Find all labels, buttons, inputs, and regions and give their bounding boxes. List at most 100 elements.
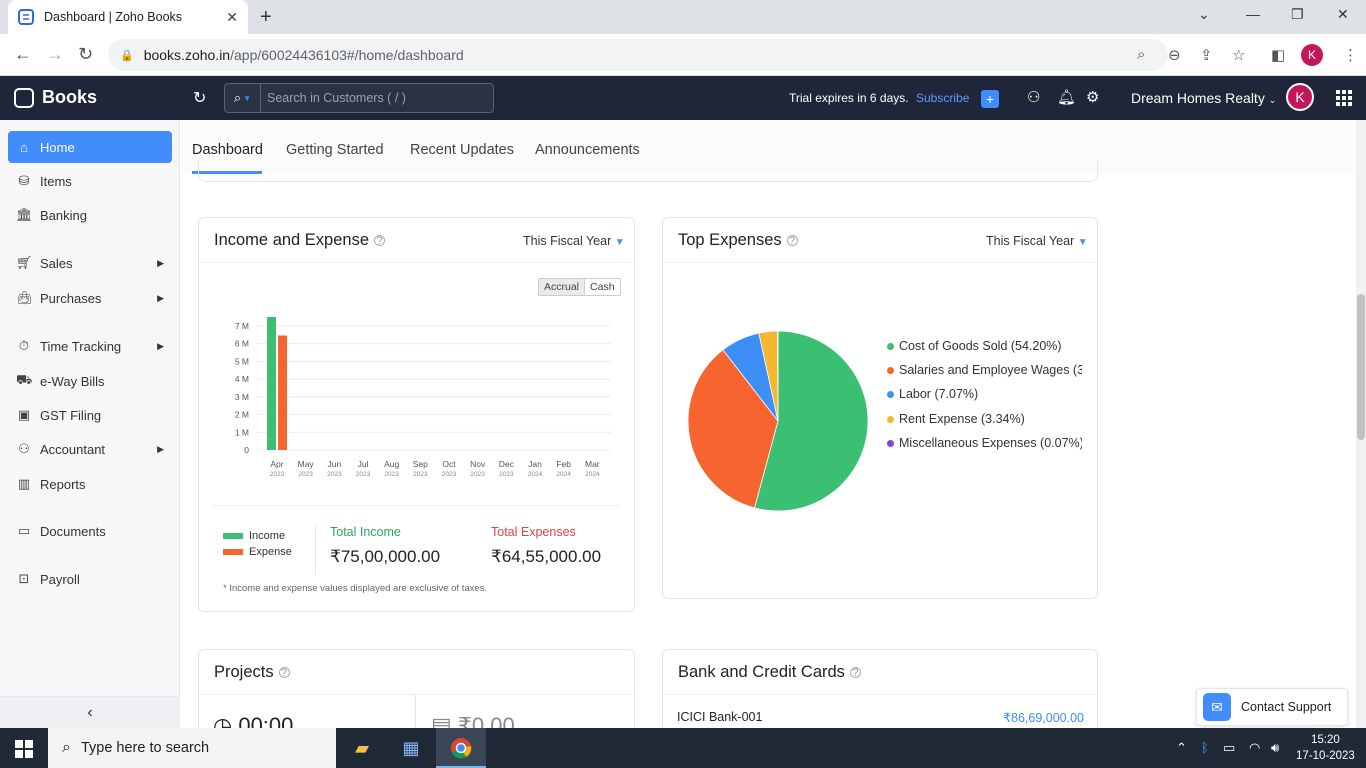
windows-start-icon[interactable] <box>15 740 33 758</box>
items-icon: ⛁ <box>18 173 30 188</box>
close-tab-icon[interactable]: ✕ <box>226 9 238 26</box>
income-expense-title: Income and Expense? <box>214 231 386 250</box>
recent-activity-icon[interactable]: ↻ <box>193 88 206 108</box>
bank-account-balance[interactable]: ₹86,69,000.00 <box>1003 710 1084 725</box>
mail-icon: ✉ <box>1203 693 1231 721</box>
tray-chevron-icon[interactable]: ⌃ <box>1176 740 1187 756</box>
share-icon[interactable]: ⇪ <box>1200 46 1213 64</box>
users-icon[interactable]: ⚇ <box>1027 88 1040 106</box>
back-icon[interactable]: ← <box>14 44 32 65</box>
contact-support-button[interactable]: ✉ Contact Support <box>1196 688 1348 726</box>
chevron-down-icon: ▼ <box>614 237 625 248</box>
top-expenses-title: Top Expenses? <box>678 231 798 250</box>
search-page-icon[interactable]: ⌕ <box>1137 46 1145 63</box>
chrome-logo <box>451 738 472 759</box>
sidebar-item-items[interactable]: ⛁ Items <box>8 165 172 197</box>
browser-tab-title: Dashboard | Zoho Books <box>44 10 183 24</box>
x-tick-month-label: Mar <box>585 459 600 469</box>
legend-dot <box>887 416 894 424</box>
battery-icon[interactable]: ▭ <box>1223 740 1235 756</box>
search-icon[interactable]: ⌕ ▼ <box>225 84 261 112</box>
tab-dashboard[interactable]: Dashboard <box>192 142 263 158</box>
legend-dot <box>887 343 894 351</box>
sidebar-item-banking[interactable]: 🏛︎ Banking <box>8 199 172 231</box>
pie-legend-item: Miscellaneous Expenses (0.07%) <box>887 436 1082 450</box>
sidebar-item-gst-filing[interactable]: ▣ GST Filing <box>8 399 172 431</box>
browser-profile-avatar[interactable]: K <box>1301 44 1323 66</box>
taskbar-clock[interactable]: 15:20 17-10-2023 <box>1296 732 1355 764</box>
sidebar-item-label: e-Way Bills <box>40 373 105 389</box>
tab-recent-updates[interactable]: Recent Updates <box>410 142 514 158</box>
help-icon[interactable]: ? <box>849 667 861 679</box>
total-income-label: Total Income <box>330 525 401 539</box>
help-icon[interactable]: ? <box>786 235 798 247</box>
tax-footnote: * Income and expense values displayed ar… <box>223 583 488 594</box>
sidebar-item-purchases[interactable]: 👜︎ Purchases ▶ <box>8 282 172 314</box>
global-search-input[interactable]: ⌕ ▼ Search in Customers ( / ) <box>224 83 494 113</box>
photos-app-icon[interactable]: ▦ <box>395 734 427 762</box>
payroll-icon: ⊡ <box>18 571 30 586</box>
sidebar-item-sales[interactable]: 🛒︎ Sales ▶ <box>8 247 172 279</box>
organization-switcher[interactable]: Dream Homes Realty ⌄ <box>1131 90 1276 106</box>
user-avatar[interactable]: K <box>1286 83 1314 111</box>
top-expenses-period-dropdown[interactable]: This Fiscal Year ▼ <box>986 234 1088 248</box>
browser-tab[interactable]: Dashboard | Zoho Books ✕ <box>8 0 248 34</box>
volume-icon[interactable]: 🔊︎ <box>1271 740 1279 756</box>
books-logo[interactable]: Books <box>14 87 97 108</box>
page-scrollbar[interactable] <box>1356 120 1366 728</box>
zoom-icon[interactable]: ⊖ <box>1168 46 1181 64</box>
wifi-icon[interactable]: ◠ <box>1249 740 1260 756</box>
income-expense-period-dropdown[interactable]: This Fiscal Year ▼ <box>523 234 625 248</box>
legend-dot <box>887 391 894 399</box>
browser-tabbar: Dashboard | Zoho Books ✕ + ⌄ — ❐ ✕ <box>0 0 1366 34</box>
reports-icon: ▥ <box>17 476 31 491</box>
sidebar-item-eway-bills[interactable]: ⛟ e-Way Bills <box>8 365 172 397</box>
help-icon[interactable]: ? <box>278 667 290 679</box>
new-tab-icon[interactable]: + <box>260 6 272 29</box>
minimize-icon[interactable]: — <box>1246 6 1260 22</box>
y-tick-label: 2 M <box>235 410 249 420</box>
collapse-sidebar-button[interactable]: ‹ <box>0 696 180 728</box>
chrome-icon[interactable] <box>445 734 477 762</box>
url-field[interactable]: 🔒 books.zoho.in/app/60024436103#/home/da… <box>108 39 1168 71</box>
help-icon[interactable]: ? <box>374 235 386 247</box>
sidebar: ⌂ Home ⛁ Items 🏛︎ Banking 🛒︎ Sales ▶ 👜︎ Purcha… <box>0 120 180 728</box>
tab-announcements[interactable]: Announcements <box>535 142 640 158</box>
taskbar-search-placeholder: Type here to search <box>80 740 210 756</box>
side-panel-icon[interactable]: ◧ <box>1271 46 1285 64</box>
sidebar-item-accountant[interactable]: ⚇ Accountant ▶ <box>8 433 172 465</box>
reload-icon[interactable]: ↻ <box>78 44 93 65</box>
tab-getting-started[interactable]: Getting Started <box>286 142 384 158</box>
bookmark-star-icon[interactable]: ☆ <box>1232 46 1245 64</box>
settings-gear-icon[interactable]: ⚙ <box>1086 88 1099 106</box>
forward-icon[interactable]: → <box>46 44 64 65</box>
summary-divider <box>315 525 316 575</box>
sidebar-item-reports[interactable]: ▥ Reports <box>8 468 172 500</box>
legend-dot <box>887 367 894 375</box>
subscribe-link[interactable]: Subscribe <box>916 91 969 105</box>
sidebar-item-payroll[interactable]: ⊡ Payroll <box>8 563 172 595</box>
tab-search-icon[interactable]: ⌄ <box>1198 6 1210 23</box>
cart-icon: 🛒︎ <box>16 255 33 270</box>
x-tick-month-label: Nov <box>470 459 486 469</box>
y-tick-label: 1 M <box>235 427 249 437</box>
browser-menu-icon[interactable]: ⋮ <box>1343 46 1358 64</box>
scrollbar-thumb[interactable] <box>1357 294 1365 440</box>
bluetooth-icon[interactable]: ᛒ <box>1201 740 1209 755</box>
file-explorer-icon[interactable]: ▰ <box>346 734 378 762</box>
sidebar-item-home[interactable]: ⌂ Home <box>8 131 172 163</box>
sidebar-item-label: Payroll <box>40 571 80 587</box>
accrual-toggle[interactable]: Accrual <box>539 279 586 295</box>
sidebar-item-time-tracking[interactable]: ⏱︎ Time Tracking ▶ <box>8 330 172 362</box>
quick-create-button[interactable]: + <box>981 90 999 108</box>
cash-toggle[interactable]: Cash <box>585 279 620 295</box>
bank-account-name[interactable]: ICICI Bank-001 <box>677 710 762 724</box>
restore-icon[interactable]: ❐ <box>1291 6 1304 23</box>
org-name: Dream Homes Realty <box>1131 90 1265 106</box>
apps-grid-icon[interactable] <box>1336 90 1352 106</box>
contact-support-label: Contact Support <box>1241 700 1332 714</box>
notifications-bell-icon[interactable]: 🔔︎ <box>1057 88 1076 106</box>
taskbar-search-input[interactable]: ⌕ Type here to search <box>48 728 336 768</box>
close-window-icon[interactable]: ✕ <box>1337 6 1349 23</box>
sidebar-item-documents[interactable]: ▭ Documents <box>8 515 172 547</box>
